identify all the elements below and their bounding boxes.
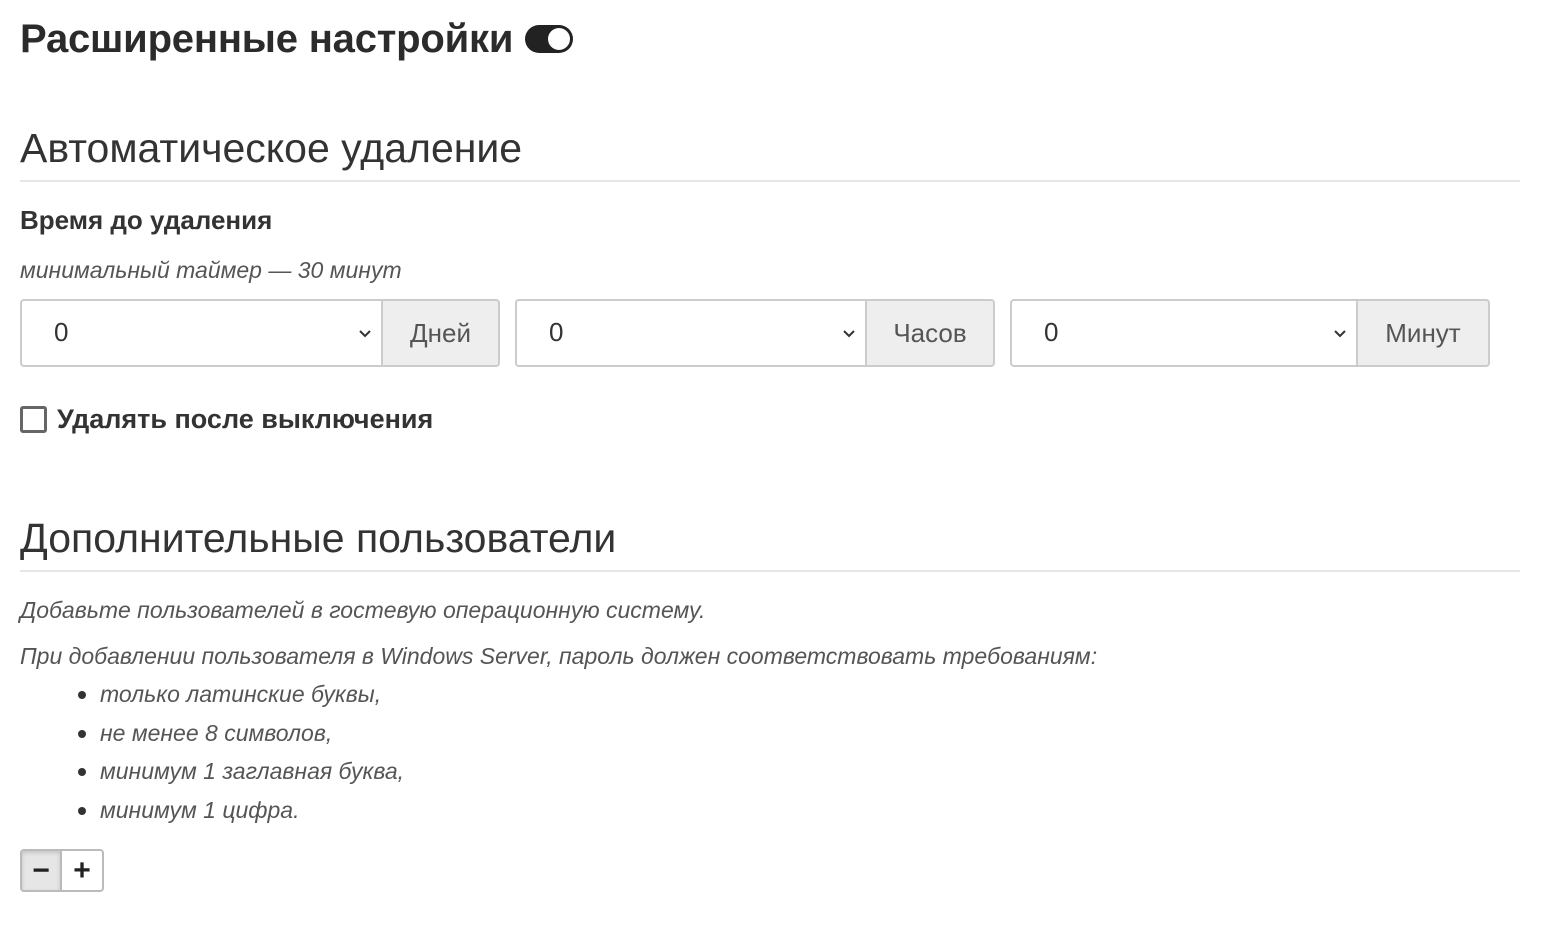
password-requirements-list: только латинские буквы, не менее 8 симво… — [77, 678, 404, 833]
list-item: не менее 8 символов, — [77, 717, 404, 756]
divider — [20, 570, 1520, 572]
days-value: 0 — [54, 317, 69, 347]
toggle-knob — [548, 28, 571, 50]
chevron-down-icon — [359, 330, 371, 338]
minutes-select[interactable]: 0 — [1010, 299, 1356, 367]
extra-users-heading: Дополнительные пользователи — [20, 515, 617, 561]
advanced-settings-toggle[interactable] — [525, 25, 574, 53]
page-title-row: Расширенные настройки — [20, 14, 574, 64]
minutes-value: 0 — [1044, 317, 1059, 347]
minutes-input-group: 0 Минут — [1010, 299, 1490, 367]
list-item: только латинские буквы, — [77, 678, 404, 717]
delete-after-shutdown-checkbox[interactable] — [20, 406, 47, 433]
hours-select[interactable]: 0 — [515, 299, 865, 367]
users-stepper: − + — [20, 849, 104, 892]
time-to-delete-label: Время до удаления — [20, 205, 273, 235]
days-select[interactable]: 0 — [20, 299, 381, 367]
chevron-down-icon — [843, 330, 855, 338]
days-input-group: 0 Дней — [20, 299, 500, 367]
add-user-button[interactable]: + — [62, 849, 104, 892]
page-title: Расширенные настройки — [20, 16, 514, 61]
password-requirements-intro: При добавлении пользователя в Windows Se… — [20, 643, 1098, 669]
list-item: минимум 1 цифра. — [77, 794, 404, 833]
auto-delete-heading: Автоматическое удаление — [20, 125, 523, 171]
minutes-unit: Минут — [1356, 299, 1490, 367]
chevron-down-icon — [1334, 330, 1346, 338]
extra-users-description: Добавьте пользователей в гостевую операц… — [20, 597, 706, 623]
remove-user-button[interactable]: − — [20, 849, 62, 892]
hours-value: 0 — [549, 317, 564, 347]
hours-input-group: 0 Часов — [515, 299, 995, 367]
min-timer-hint: минимальный таймер — 30 минут — [20, 257, 402, 283]
delete-after-shutdown-label[interactable]: Удалять после выключения — [57, 404, 433, 435]
delete-after-shutdown-row[interactable]: Удалять после выключения — [20, 404, 433, 435]
hours-unit: Часов — [865, 299, 995, 367]
days-unit: Дней — [381, 299, 500, 367]
divider — [20, 180, 1520, 182]
list-item: минимум 1 заглавная буква, — [77, 755, 404, 794]
